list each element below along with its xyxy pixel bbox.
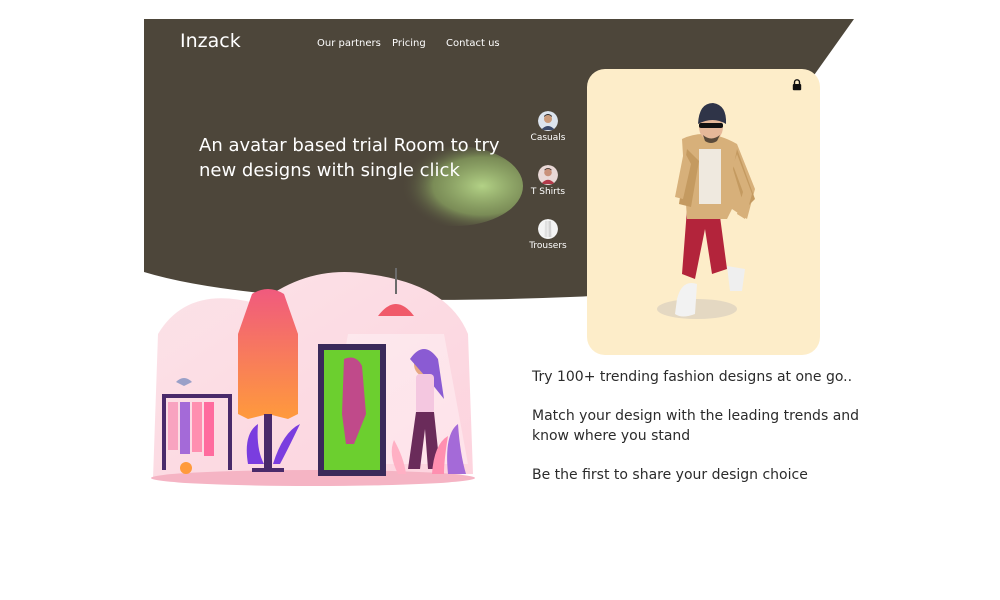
category-casuals-label: Casuals <box>530 133 566 143</box>
category-tshirts-label: T Shirts <box>530 187 566 197</box>
category-trousers[interactable]: Trousers <box>518 219 578 251</box>
avatar-preview-card[interactable] <box>587 69 820 355</box>
feature-item: Try 100+ trending fashion designs at one… <box>532 369 853 385</box>
tshirt-avatar-icon <box>538 165 558 185</box>
category-casuals[interactable]: Casuals <box>518 111 578 143</box>
fitting-room-illustration <box>151 268 475 486</box>
avatar-model-illustration <box>657 103 755 319</box>
trousers-avatar-icon <box>538 219 558 239</box>
casual-avatar-icon <box>538 111 558 131</box>
category-trousers-label: Trousers <box>529 241 567 251</box>
category-tshirts[interactable]: T Shirts <box>518 165 578 197</box>
logo[interactable]: Inzack <box>180 30 241 52</box>
feature-item: Match your design with the leading trend… <box>532 408 860 444</box>
hero-headline: An avatar based trial Room to try new de… <box>199 135 500 181</box>
nav-pricing[interactable]: Pricing <box>392 38 426 49</box>
nav-our-partners[interactable]: Our partners <box>317 38 381 49</box>
feature-item: Be the first to share your design choice <box>532 467 808 483</box>
nav-contact-us[interactable]: Contact us <box>446 38 500 49</box>
